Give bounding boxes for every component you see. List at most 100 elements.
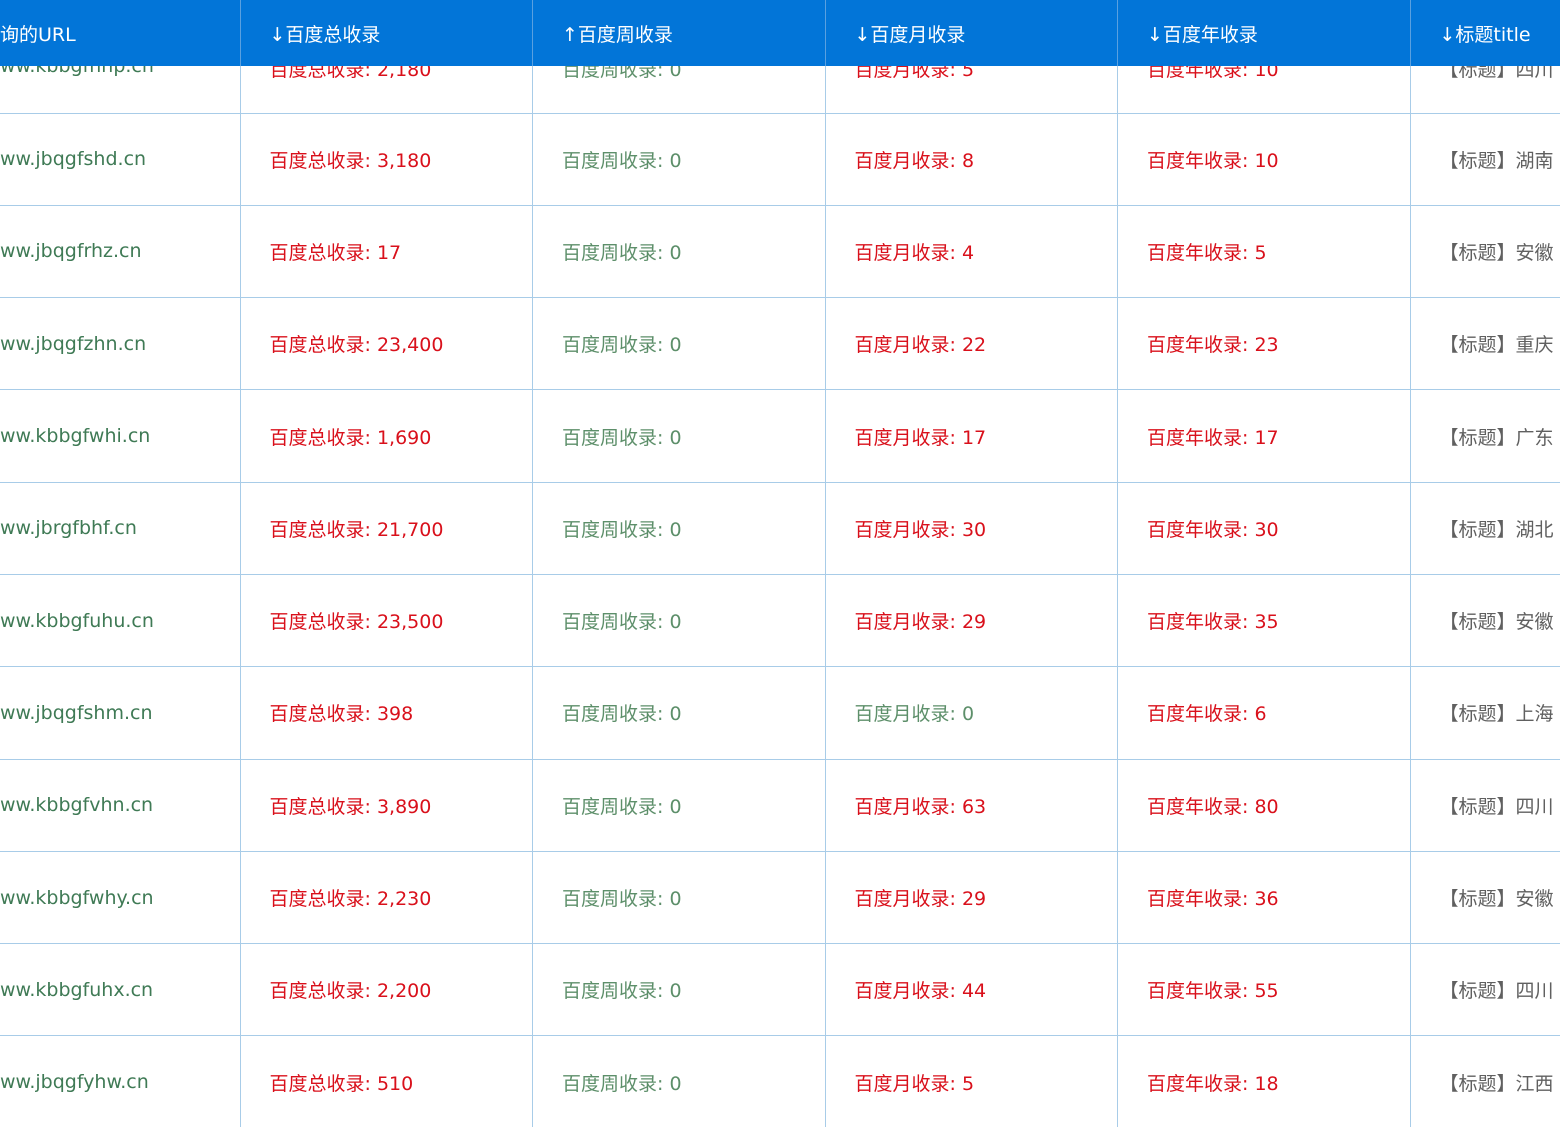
total-index-cell: 百度总收录: 21,700: [239, 482, 533, 575]
title-cell: 【标题】安徽: [1409, 205, 1560, 299]
year-index-cell: 百度年收录: 55: [1117, 943, 1410, 1037]
url-cell[interactable]: ww.kbbgfvhn.cn: [0, 759, 240, 852]
total-index-cell: 百度总收录: 2,230: [239, 851, 533, 945]
month-index-cell-text: 百度月收录: 44: [854, 980, 987, 1003]
year-index-cell: 百度年收录: 17: [1117, 389, 1410, 483]
table-row: ww.jbqgfshd.cn 百度总收录: 3,180 百度周收录: 0 百度月收录:…: [0, 113, 1560, 206]
week-index-cell-text: 百度周收录: 0: [562, 149, 682, 172]
url-cell-text[interactable]: ww.jbqgfyhw.cn: [0, 1071, 149, 1093]
url-cell-text[interactable]: ww.kbbgfwhi.cn: [0, 425, 150, 447]
month-index-cell: 百度月收录: 5: [824, 66, 1118, 114]
url-cell-text[interactable]: ww.kbbgfhhp.cn: [0, 66, 154, 77]
header-title[interactable]: ↓标题title: [1409, 0, 1560, 66]
month-index-cell-text: 百度月收录: 63: [854, 795, 987, 818]
table-row: ww.kbbgfvhn.cn 百度总收录: 3,890 百度周收录: 0 百度月收录:…: [0, 759, 1560, 852]
title-cell: 【标题】江西: [1409, 1035, 1560, 1127]
url-cell-text[interactable]: ww.jbqgfshd.cn: [0, 148, 146, 170]
title-cell: 【标题】湖南: [1409, 113, 1560, 206]
week-index-cell: 百度周收录: 0: [532, 759, 825, 852]
url-cell-text[interactable]: ww.jbqgfshm.cn: [0, 702, 153, 724]
month-index-cell: 百度月收录: 30: [824, 482, 1118, 575]
week-index-cell: 百度周收录: 0: [532, 297, 825, 391]
url-cell[interactable]: ww.jbqgfzhn.cn: [0, 297, 240, 391]
url-cell[interactable]: ww.kbbgfwhi.cn: [0, 389, 240, 483]
year-index-cell: 百度年收录: 10: [1117, 66, 1410, 114]
title-cell-text: 【标题】湖北: [1439, 518, 1554, 541]
week-index-cell-text: 百度周收录: 0: [562, 426, 682, 449]
url-cell-text[interactable]: ww.kbbgfvhn.cn: [0, 794, 153, 816]
title-cell: 【标题】上海: [1409, 666, 1560, 760]
month-index-cell: 百度月收录: 8: [824, 113, 1118, 206]
year-index-cell: 百度年收录: 18: [1117, 1035, 1410, 1127]
header-total-index[interactable]: ↓百度总收录: [239, 0, 533, 66]
week-index-cell: 百度周收录: 0: [532, 389, 825, 483]
month-index-cell-text: 百度月收录: 29: [854, 888, 987, 911]
url-cell[interactable]: ww.jbqgfrhz.cn: [0, 205, 240, 299]
table-row: ww.kbbgfuhx.cn 百度总收录: 2,200 百度周收录: 0 百度月收录:…: [0, 943, 1560, 1037]
header-week-index[interactable]: ↑百度周收录: [532, 0, 825, 66]
title-cell-text: 【标题】安徽: [1439, 241, 1554, 264]
url-cell[interactable]: ww.jbqgfyhw.cn: [0, 1035, 240, 1127]
header-url[interactable]: 询的URL: [0, 0, 240, 66]
year-index-cell: 百度年收录: 80: [1117, 759, 1410, 852]
week-index-cell-text: 百度周收录: 0: [562, 1072, 682, 1095]
total-index-cell: 百度总收录: 23,400: [239, 297, 533, 391]
week-index-cell: 百度周收录: 0: [532, 574, 825, 668]
url-cell[interactable]: ww.kbbgfuhu.cn: [0, 574, 240, 668]
year-index-cell: 百度年收录: 10: [1117, 113, 1410, 206]
week-index-cell-text: 百度周收录: 0: [562, 703, 682, 726]
month-index-cell: 百度月收录: 63: [824, 759, 1118, 852]
total-index-cell: 百度总收录: 2,180: [239, 66, 533, 114]
url-cell[interactable]: ww.kbbgfhhp.cn: [0, 66, 240, 114]
url-cell[interactable]: ww.kbbgfwhy.cn: [0, 851, 240, 945]
url-cell-text[interactable]: ww.kbbgfuhx.cn: [0, 979, 153, 1001]
total-index-cell-text: 百度总收录: 23,400: [269, 334, 444, 357]
week-index-cell: 百度周收录: 0: [532, 482, 825, 575]
url-cell-text[interactable]: ww.kbbgfwhy.cn: [0, 887, 154, 909]
week-index-cell-text: 百度周收录: 0: [562, 518, 682, 541]
month-index-cell-text: 百度月收录: 29: [854, 611, 987, 634]
week-index-cell-text: 百度周收录: 0: [562, 611, 682, 634]
week-index-cell-text: 百度周收录: 0: [562, 888, 682, 911]
url-cell[interactable]: ww.jbqgfshd.cn: [0, 113, 240, 206]
title-cell: 【标题】湖北: [1409, 482, 1560, 575]
week-index-cell: 百度周收录: 0: [532, 205, 825, 299]
table-row: ww.kbbgfhhp.cn 百度总收录: 2,180 百度周收录: 0 百度月收录:…: [0, 66, 1560, 114]
total-index-cell: 百度总收录: 398: [239, 666, 533, 760]
url-cell[interactable]: ww.jbrgfbhf.cn: [0, 482, 240, 575]
title-cell-text: 【标题】四川: [1439, 66, 1554, 81]
title-cell-text: 【标题】四川: [1439, 795, 1554, 818]
total-index-cell: 百度总收录: 3,180: [239, 113, 533, 206]
total-index-cell-text: 百度总收录: 398: [269, 703, 414, 726]
month-index-cell-text: 百度月收录: 30: [854, 518, 987, 541]
total-index-cell-text: 百度总收录: 3,890: [269, 795, 432, 818]
header-month-index[interactable]: ↓百度月收录: [824, 0, 1118, 66]
title-cell-text: 【标题】江西: [1439, 1072, 1554, 1095]
year-index-cell-text: 百度年收录: 36: [1147, 888, 1279, 911]
url-cell-text[interactable]: ww.jbqgfrhz.cn: [0, 240, 142, 262]
url-cell-text[interactable]: ww.jbqgfzhn.cn: [0, 333, 146, 355]
table-body: ww.kbbgfhhp.cn 百度总收录: 2,180 百度周收录: 0 百度月收录:…: [0, 66, 1560, 1127]
total-index-cell-text: 百度总收录: 2,230: [269, 888, 432, 911]
year-index-cell-text: 百度年收录: 35: [1147, 611, 1279, 634]
title-cell-text: 【标题】湖南: [1439, 149, 1554, 172]
url-cell-text[interactable]: ww.jbrgfbhf.cn: [0, 517, 137, 539]
year-index-cell: 百度年收录: 30: [1117, 482, 1410, 575]
header-year-index[interactable]: ↓百度年收录: [1117, 0, 1410, 66]
month-index-cell-text: 百度月收录: 5: [854, 66, 975, 81]
table-row: ww.kbbgfuhu.cn 百度总收录: 23,500 百度周收录: 0 百度月收录…: [0, 574, 1560, 668]
year-index-cell-text: 百度年收录: 5: [1147, 241, 1267, 264]
month-index-cell-text: 百度月收录: 0: [854, 703, 975, 726]
header-row: 询的URL ↓百度总收录 ↑百度周收录 ↓百度月收录 ↓百度年收录 ↓标题tit…: [0, 0, 1560, 66]
total-index-cell: 百度总收录: 2,200: [239, 943, 533, 1037]
month-index-cell: 百度月收录: 22: [824, 297, 1118, 391]
title-cell-text: 【标题】安徽: [1439, 888, 1554, 911]
url-cell[interactable]: ww.jbqgfshm.cn: [0, 666, 240, 760]
week-index-cell-text: 百度周收录: 0: [562, 66, 682, 81]
url-cell[interactable]: ww.kbbgfuhx.cn: [0, 943, 240, 1037]
url-cell-text[interactable]: ww.kbbgfuhu.cn: [0, 610, 154, 632]
table-row: ww.kbbgfwhi.cn 百度总收录: 1,690 百度周收录: 0 百度月收录:…: [0, 389, 1560, 483]
week-index-cell: 百度周收录: 0: [532, 1035, 825, 1127]
total-index-cell: 百度总收录: 17: [239, 205, 533, 299]
total-index-cell-text: 百度总收录: 23,500: [269, 611, 444, 634]
